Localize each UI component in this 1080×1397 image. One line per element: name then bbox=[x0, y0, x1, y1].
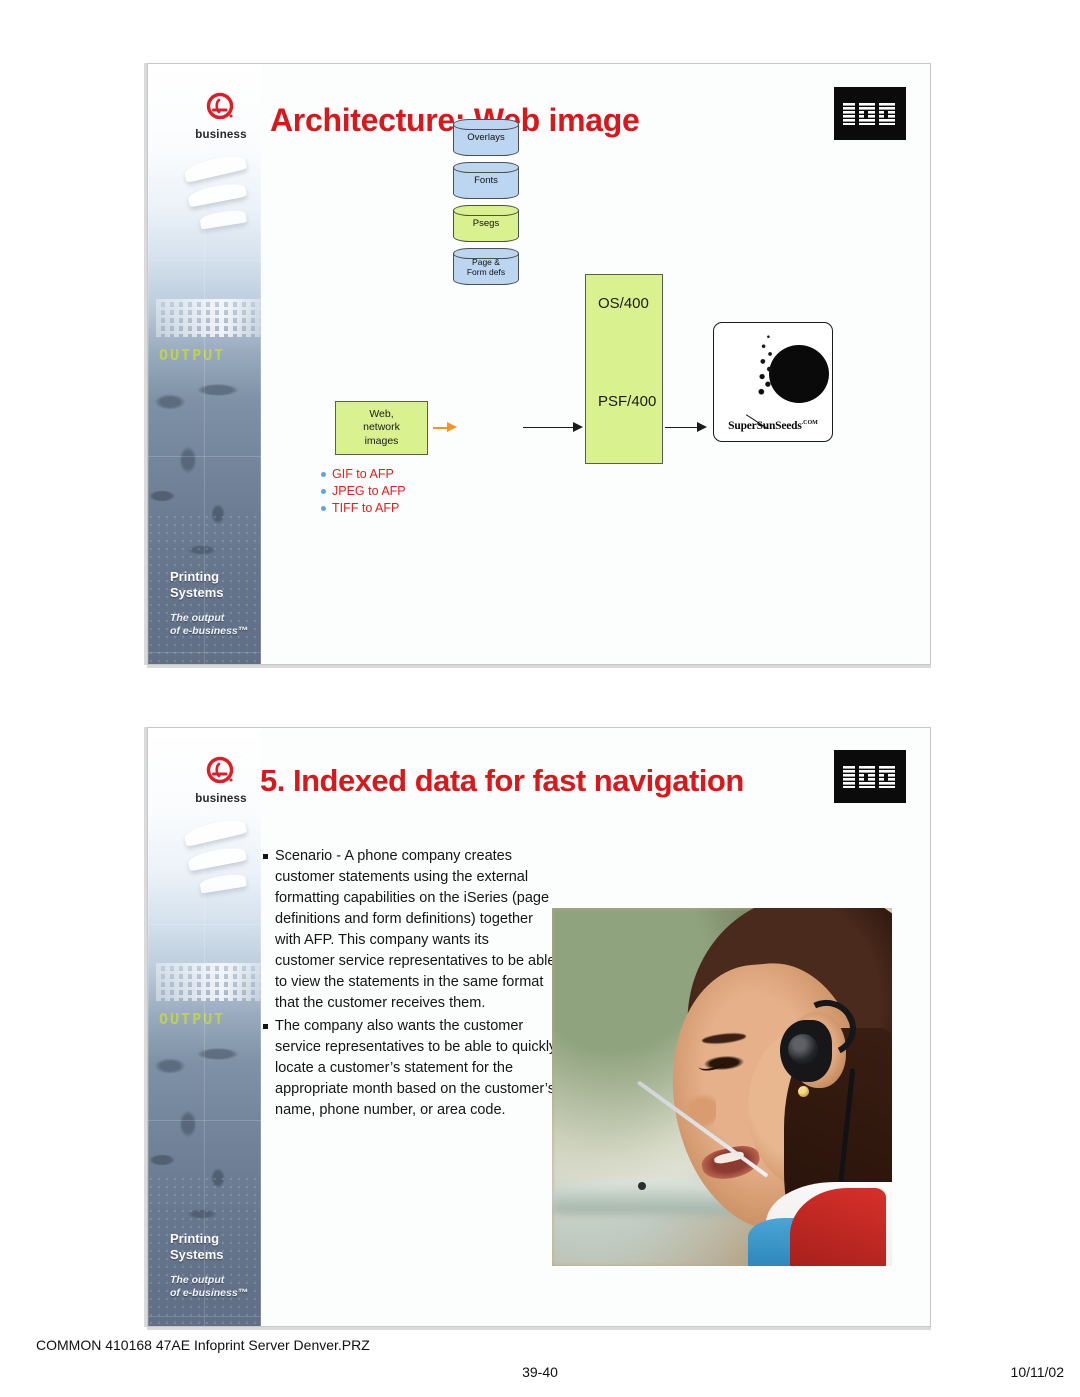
ibm-logo bbox=[834, 750, 906, 803]
arrow-psegs-to-os400 bbox=[523, 427, 579, 428]
e-business-word: business bbox=[195, 129, 247, 141]
page-footer: COMMON 410168 47AE Infoprint Server Denv… bbox=[0, 1331, 1080, 1397]
slide2-bullet-list: Scenario - A phone company creates custo… bbox=[261, 846, 561, 1123]
os400-label: OS/400 bbox=[598, 295, 649, 312]
slide1-brand-sidebar: OUTPUT Printing Systems The output of e-… bbox=[148, 64, 261, 664]
supersunseeds-suffix: .COM bbox=[801, 420, 818, 427]
e-business-word: business bbox=[195, 793, 247, 805]
footer-page-range: 39-40 bbox=[522, 1364, 558, 1380]
list-item: TIFF to AFP bbox=[321, 501, 406, 515]
list-item: JPEG to AFP bbox=[321, 484, 406, 498]
supersunseeds-output-panel: SuperSunSeeds.COM bbox=[713, 322, 833, 442]
photo-nose bbox=[684, 1094, 716, 1128]
slide-indexed-data-fast-navigation: OUTPUT Printing Systems The output of e-… bbox=[147, 727, 931, 1327]
cylinder-psegs: Psegs bbox=[453, 205, 519, 242]
list-item: The company also wants the customer serv… bbox=[261, 1016, 561, 1121]
list-item: Scenario - A phone company creates custo… bbox=[261, 846, 561, 1014]
sidebar-tagline: The output of e-business™ bbox=[170, 611, 249, 637]
ibm-logo-icon bbox=[843, 765, 895, 788]
e-business-e-icon bbox=[204, 755, 238, 789]
bullet-text: The company also wants the customer serv… bbox=[275, 1018, 557, 1119]
e-business-logo: business bbox=[186, 755, 256, 805]
bullet-dot-icon bbox=[321, 471, 326, 477]
slide-architecture-web-image: OUTPUT Printing Systems The output of e-… bbox=[147, 63, 931, 665]
bullet-text: Scenario - A phone company creates custo… bbox=[275, 848, 550, 949]
conversion-label: JPEG to AFP bbox=[332, 484, 406, 498]
footer-date: 10/11/02 bbox=[1010, 1364, 1064, 1380]
conversion-label: GIF to AFP bbox=[332, 467, 394, 481]
printing-systems-label: Printing Systems bbox=[170, 1231, 224, 1262]
headset-microphone-tip-icon bbox=[638, 1182, 646, 1190]
cylinder-label: Fonts bbox=[474, 175, 498, 187]
cylinder-page-form-defs: Page & Form defs bbox=[453, 248, 519, 285]
cylinder-top bbox=[453, 248, 519, 259]
arrow-psf400-to-output-head bbox=[697, 422, 707, 432]
os400-psf400-box: OS/400 PSF/400 bbox=[585, 274, 663, 464]
call-center-representative-photo bbox=[552, 908, 892, 1266]
conversion-label: TIFF to AFP bbox=[332, 501, 400, 515]
slide-handout-page: OUTPUT Printing Systems The output of e-… bbox=[0, 0, 1080, 1397]
cylinder-top bbox=[453, 205, 519, 216]
architecture-diagram: Web, network images Overlays Fonts Psegs bbox=[261, 64, 930, 664]
cylinder-fonts: Fonts bbox=[453, 162, 519, 199]
headset-speaker-icon bbox=[788, 1034, 818, 1064]
cylinder-overlays: Overlays bbox=[453, 119, 519, 156]
supersunseeds-wordmark: SuperSunSeeds.COM bbox=[714, 420, 832, 432]
cylinder-top bbox=[453, 119, 519, 130]
bullet-dot-icon bbox=[321, 488, 326, 494]
bullet-dot-icon bbox=[321, 505, 326, 511]
footer-file-label: COMMON 410168 47AE Infoprint Server Denv… bbox=[36, 1337, 370, 1353]
web-network-images-box: Web, network images bbox=[335, 401, 428, 455]
list-item: GIF to AFP bbox=[321, 467, 406, 481]
sidebar-tagline: The output of e-business™ bbox=[170, 1273, 249, 1299]
cylinder-top bbox=[453, 162, 519, 173]
bullet-continuation: customer service representatives to be a… bbox=[275, 953, 556, 1012]
arrow-psegs-to-os400-head bbox=[573, 422, 583, 432]
e-business-logo: business bbox=[186, 91, 256, 141]
arrow-web-to-psegs-head bbox=[447, 422, 457, 432]
psf400-label: PSF/400 bbox=[598, 393, 657, 410]
cylinder-label: Psegs bbox=[472, 218, 500, 230]
photo-earring bbox=[798, 1086, 809, 1097]
e-business-e-icon bbox=[204, 91, 238, 125]
supersunseeds-name: SuperSunSeeds bbox=[728, 420, 802, 432]
cylinder-label: Overlays bbox=[467, 132, 505, 144]
slide2-brand-sidebar: OUTPUT Printing Systems The output of e-… bbox=[148, 728, 261, 1326]
cylinder-label: Page & Form defs bbox=[466, 256, 506, 277]
slide2-title: 5. Indexed data for fast navigation bbox=[260, 763, 744, 798]
conversion-list: GIF to AFP JPEG to AFP TIFF to AFP bbox=[321, 464, 406, 518]
printing-systems-label: Printing Systems bbox=[170, 569, 224, 600]
